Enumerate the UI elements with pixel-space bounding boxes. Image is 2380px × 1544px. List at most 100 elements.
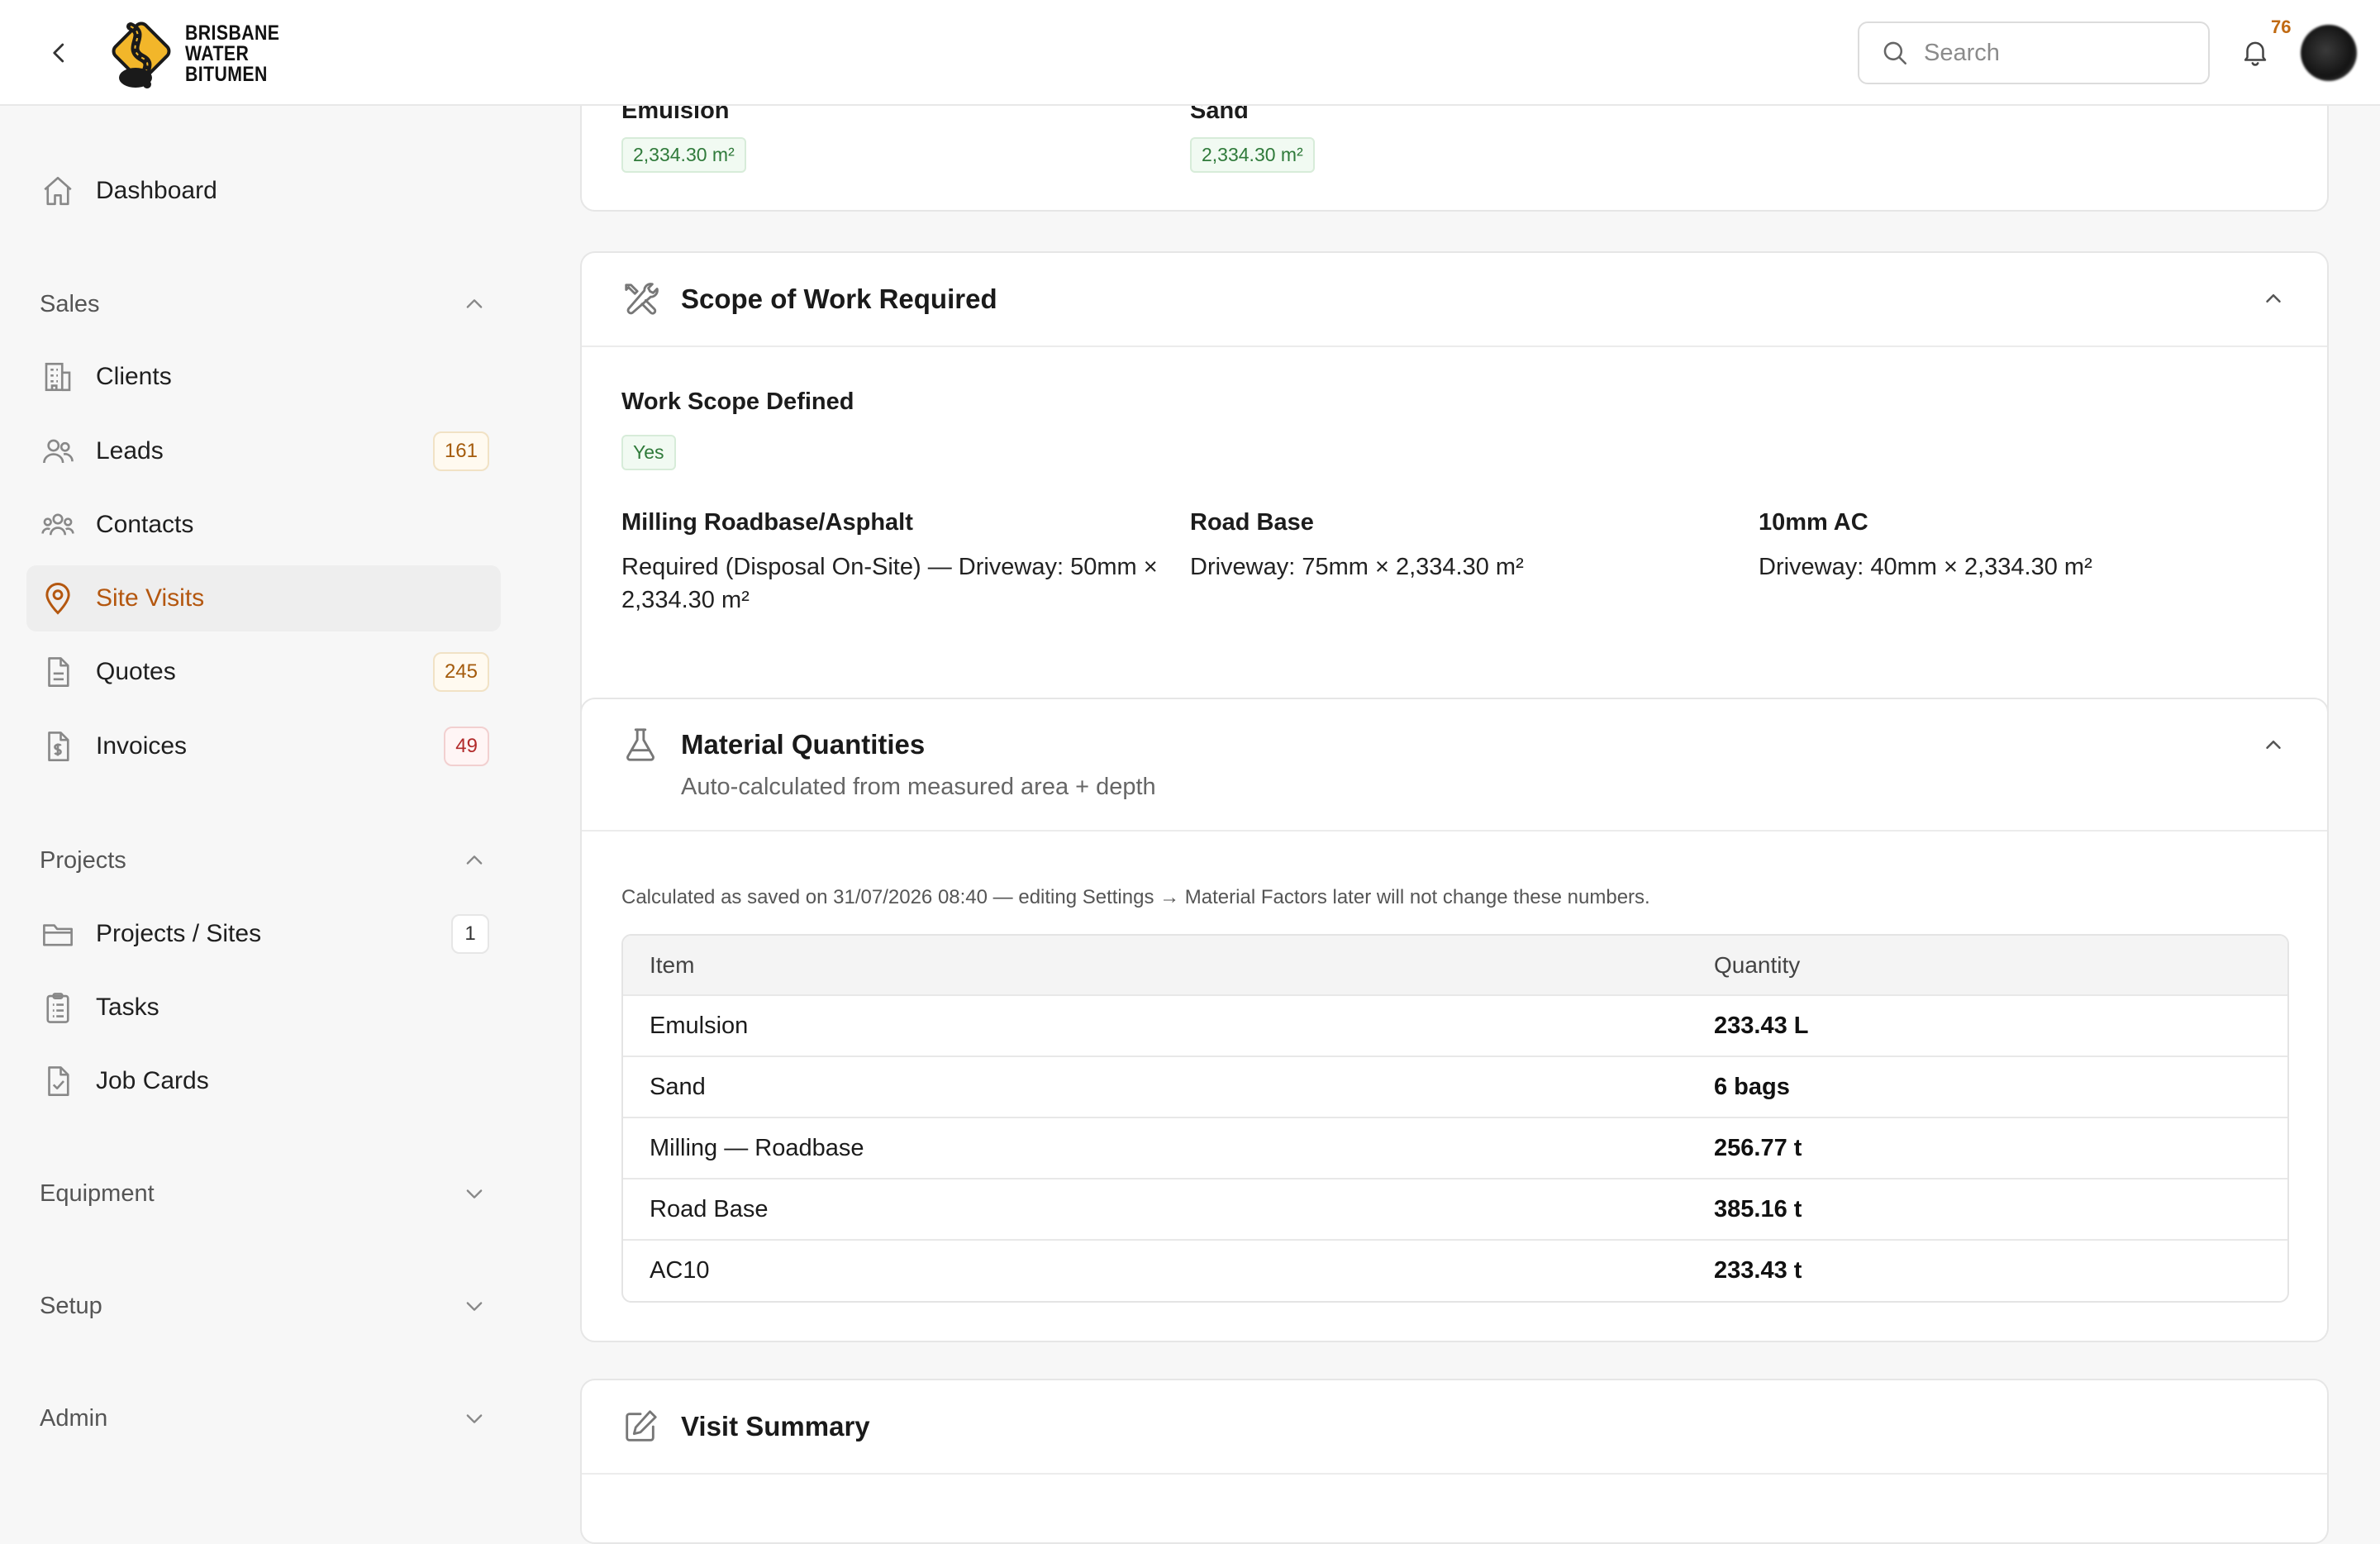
quantity-cell: 256.77 t [1687, 1117, 2287, 1179]
table-header-row: Item Quantity [623, 936, 2287, 995]
sidebar-item-label: Site Visits [96, 584, 205, 612]
sidebar-item-tasks[interactable]: Tasks [26, 975, 501, 1041]
sidebar-item-label: Tasks [96, 994, 159, 1021]
search-input[interactable] [1924, 39, 2188, 67]
bell-icon [2244, 41, 2267, 66]
sidebar-item-label: Quotes [96, 658, 176, 685]
map-pin-icon [40, 580, 76, 617]
road-base-label: Road Base [1190, 509, 1314, 536]
chevron-up-icon[interactable] [2261, 732, 2286, 757]
logo-text: BRISBANE WATER BITUMEN [185, 21, 280, 86]
item-cell: AC10 [623, 1239, 1687, 1301]
leads-count-badge: 161 [432, 431, 489, 471]
quotes-count-badge: 245 [432, 652, 489, 692]
users-icon [40, 433, 76, 469]
sidebar-group-equipment[interactable]: Equipment [26, 1169, 501, 1218]
summary-card-header[interactable]: Visit Summary [582, 1380, 2327, 1475]
sidebar-item-projects-sites[interactable]: Projects / Sites 1 [26, 901, 501, 967]
notification-count: 76 [2271, 17, 2292, 37]
logo-line: BITUMEN [185, 62, 268, 86]
sidebar-group-label: Sales [40, 290, 100, 317]
sidebar-item-label: Dashboard [96, 177, 217, 204]
milling-label: Milling Roadbase/Asphalt [621, 509, 913, 536]
milling-value: Required (Disposal On-Site) — Driveway: … [621, 554, 1158, 613]
document-icon [40, 654, 76, 690]
sidebar-item-contacts[interactable]: Contacts [26, 492, 501, 558]
sidebar-item-label: Clients [96, 363, 172, 390]
sidebar-item-site-visits[interactable]: Site Visits [26, 565, 501, 631]
road-base-value: Driveway: 75mm × 2,334.30 m² [1190, 554, 1524, 580]
sidebar-item-job-cards[interactable]: Job Cards [26, 1048, 501, 1114]
calculation-note: Calculated as saved on 31/07/2026 08:40 … [621, 886, 1650, 908]
chevron-down-icon [466, 1302, 483, 1311]
quantity-cell: 6 bags [1687, 1056, 2287, 1117]
building-icon [40, 359, 76, 395]
sidebar-item-label: Leads [96, 437, 164, 465]
document-check-icon [40, 1063, 76, 1099]
sidebar-group-admin[interactable]: Admin [26, 1394, 501, 1443]
sidebar-item-quotes[interactable]: Quotes 245 [26, 639, 501, 705]
material-quantities-card: Material Quantities Auto-calculated from… [580, 698, 2329, 1342]
clipboard-list-icon [40, 989, 76, 1026]
quantity-cell: 233.43 L [1687, 994, 2287, 1056]
item-cell: Emulsion [623, 994, 1687, 1056]
column-header-item: Item [623, 936, 1687, 995]
logo-line: BRISBANE [185, 21, 280, 45]
sidebar-item-dashboard[interactable]: Dashboard [26, 158, 501, 224]
company-logo[interactable]: BRISBANE WATER BITUMEN [106, 15, 297, 93]
table-row: Sand 6 bags [623, 1056, 2287, 1117]
sidebar-item-invoices[interactable]: Invoices 49 [26, 713, 501, 779]
scope-card-header[interactable]: Scope of Work Required [582, 253, 2327, 347]
quantity-cell: 385.16 t [1687, 1178, 2287, 1240]
work-scope-defined-pill: Yes [621, 435, 676, 470]
chevron-down-icon [466, 1414, 483, 1423]
back-button[interactable] [41, 35, 78, 71]
table-row: Emulsion 233.43 L [623, 994, 2287, 1056]
invoice-dollar-icon [40, 728, 76, 765]
column-header-quantity: Quantity [1687, 936, 2287, 995]
table-row: Road Base 385.16 t [623, 1178, 2287, 1240]
scope-of-work-card: Scope of Work Required Work Scope Define… [580, 251, 2329, 765]
logo-road-sign-icon [112, 21, 171, 88]
contacts-group-icon [40, 507, 76, 543]
sidebar: Dashboard Sales Clients Leads 161 Contac… [0, 106, 529, 1488]
sidebar-group-projects[interactable]: Projects [26, 836, 501, 885]
sidebar-item-leads[interactable]: Leads 161 [26, 418, 501, 484]
sand-area-pill: 2,334.30 m² [1190, 137, 1315, 173]
sidebar-item-clients[interactable]: Clients [26, 344, 501, 410]
material-quantities-table: Item Quantity Emulsion 233.43 L Sand 6 b… [621, 934, 2289, 1303]
table-row: AC10 233.43 t [623, 1239, 2287, 1301]
sidebar-item-label: Invoices [96, 732, 188, 760]
card-title: Visit Summary [681, 1411, 870, 1442]
top-bar: BRISBANE WATER BITUMEN 76 [0, 0, 2380, 106]
emulsion-area-pill: 2,334.30 m² [621, 137, 746, 173]
sidebar-group-label: Setup [40, 1292, 102, 1319]
search-box[interactable] [1858, 21, 2210, 84]
chevron-down-icon [466, 1189, 483, 1199]
visit-summary-card: Visit Summary [580, 1379, 2329, 1544]
item-cell: Road Base [623, 1178, 1687, 1240]
edit-pencil-icon [626, 1410, 657, 1442]
tools-icon [625, 283, 659, 315]
sidebar-group-setup[interactable]: Setup [26, 1281, 501, 1331]
materials-card-header[interactable]: Material Quantities Auto-calculated from… [582, 699, 2327, 832]
card-title: Scope of Work Required [681, 284, 997, 314]
sidebar-item-label: Projects / Sites [96, 920, 262, 947]
item-cell: Milling — Roadbase [623, 1117, 1687, 1179]
ac-value: Driveway: 40mm × 2,334.30 m² [1759, 554, 2092, 580]
logo-line: WATER [185, 41, 250, 65]
home-icon [40, 173, 76, 209]
projects-count-badge: 1 [451, 914, 489, 954]
chevron-up-icon[interactable] [2261, 286, 2286, 311]
invoices-count-badge: 49 [444, 727, 489, 766]
user-avatar[interactable] [2301, 25, 2357, 81]
search-icon [1883, 41, 1907, 65]
sidebar-item-label: Contacts [96, 511, 194, 538]
chevron-left-icon [53, 43, 64, 63]
item-cell: Sand [623, 1056, 1687, 1117]
sidebar-group-sales[interactable]: Sales [26, 279, 501, 329]
sidebar-group-label: Admin [40, 1404, 108, 1432]
notifications-button[interactable] [2235, 31, 2276, 73]
work-scope-defined-label: Work Scope Defined [621, 388, 854, 415]
card-title: Material Quantities [681, 729, 926, 760]
